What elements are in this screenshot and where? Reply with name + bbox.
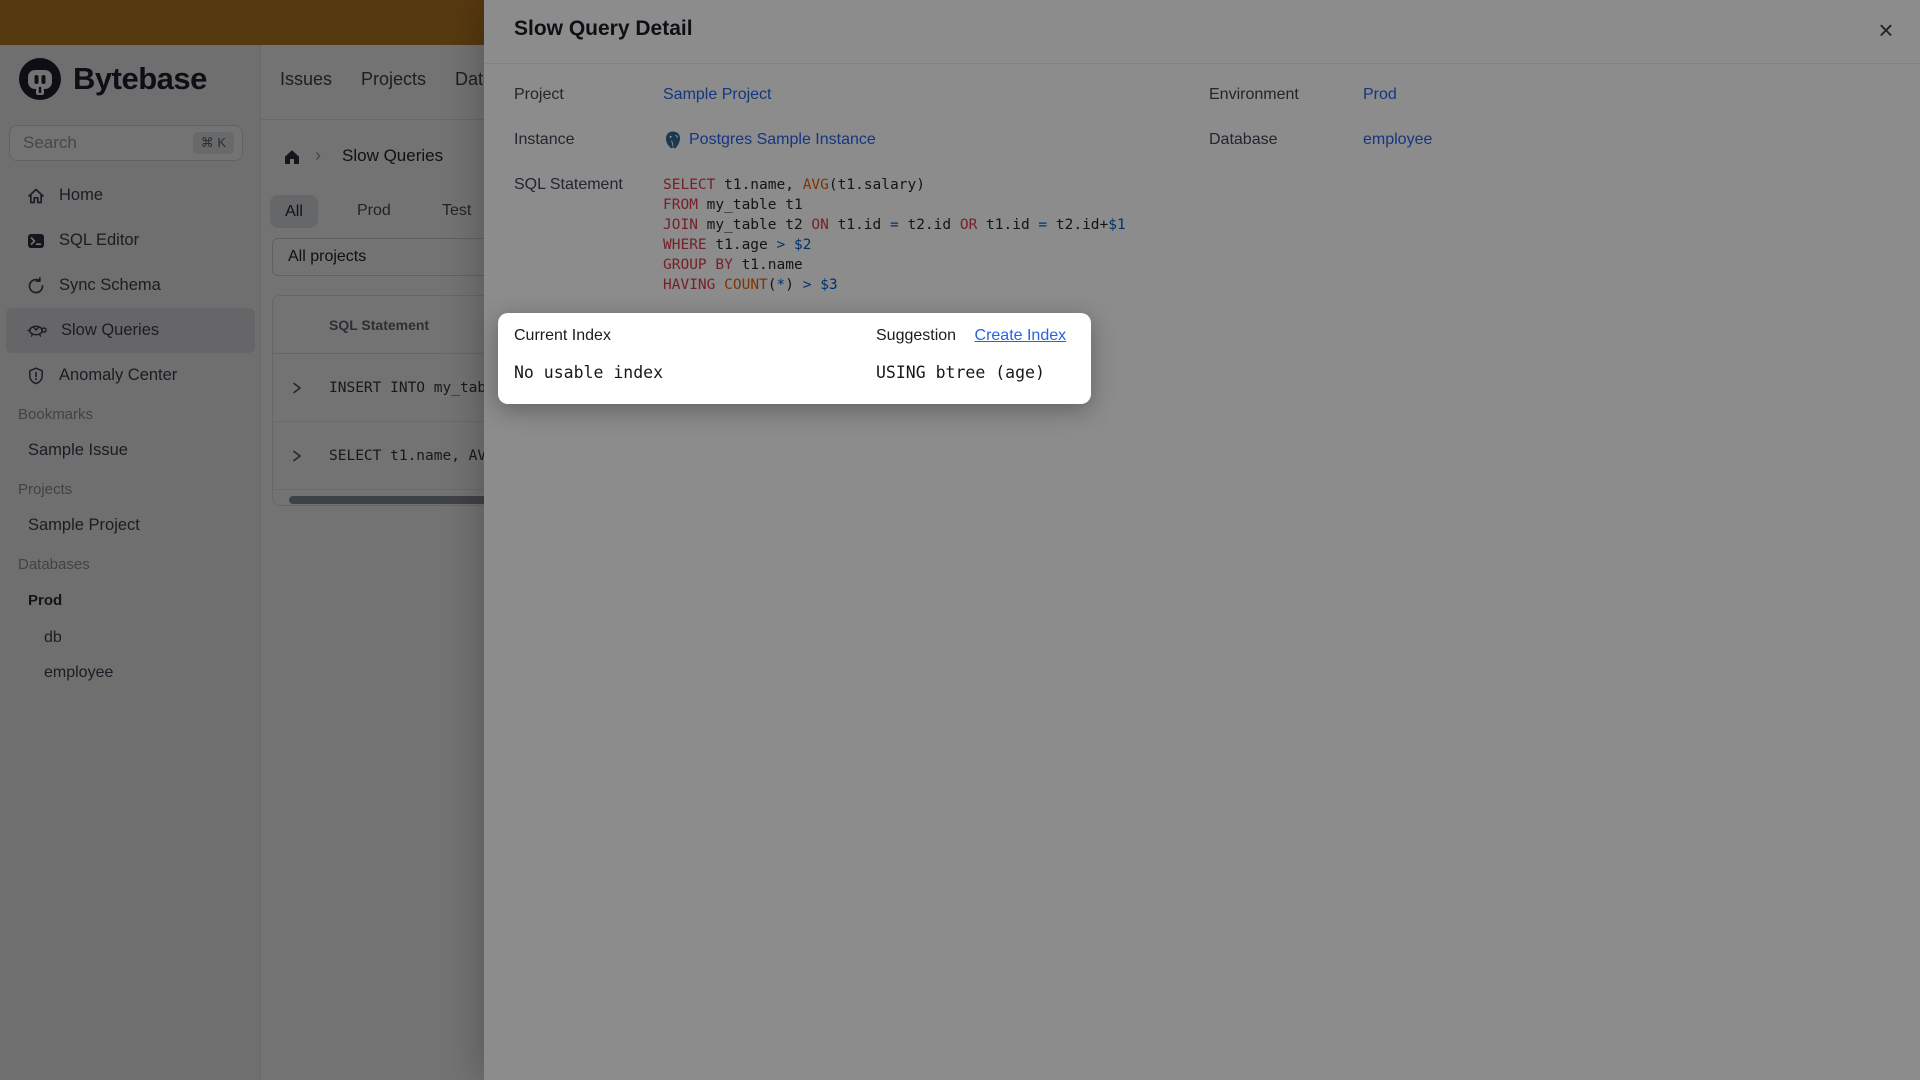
index-suggestion-popover: Current Index Suggestion Create Index No… <box>498 313 1091 404</box>
app-screen: Bytebase Search ⌘ K Home SQL Editor Sync… <box>0 0 1920 1080</box>
suggestion-label: Suggestion Create Index <box>876 327 1067 344</box>
suggestion-value: USING btree (age) <box>876 363 1045 382</box>
current-index-value: No usable index <box>514 363 664 382</box>
popover-backdrop <box>0 0 1920 1080</box>
create-index-link[interactable]: Create Index <box>975 327 1067 344</box>
current-index-label: Current Index <box>514 327 611 344</box>
